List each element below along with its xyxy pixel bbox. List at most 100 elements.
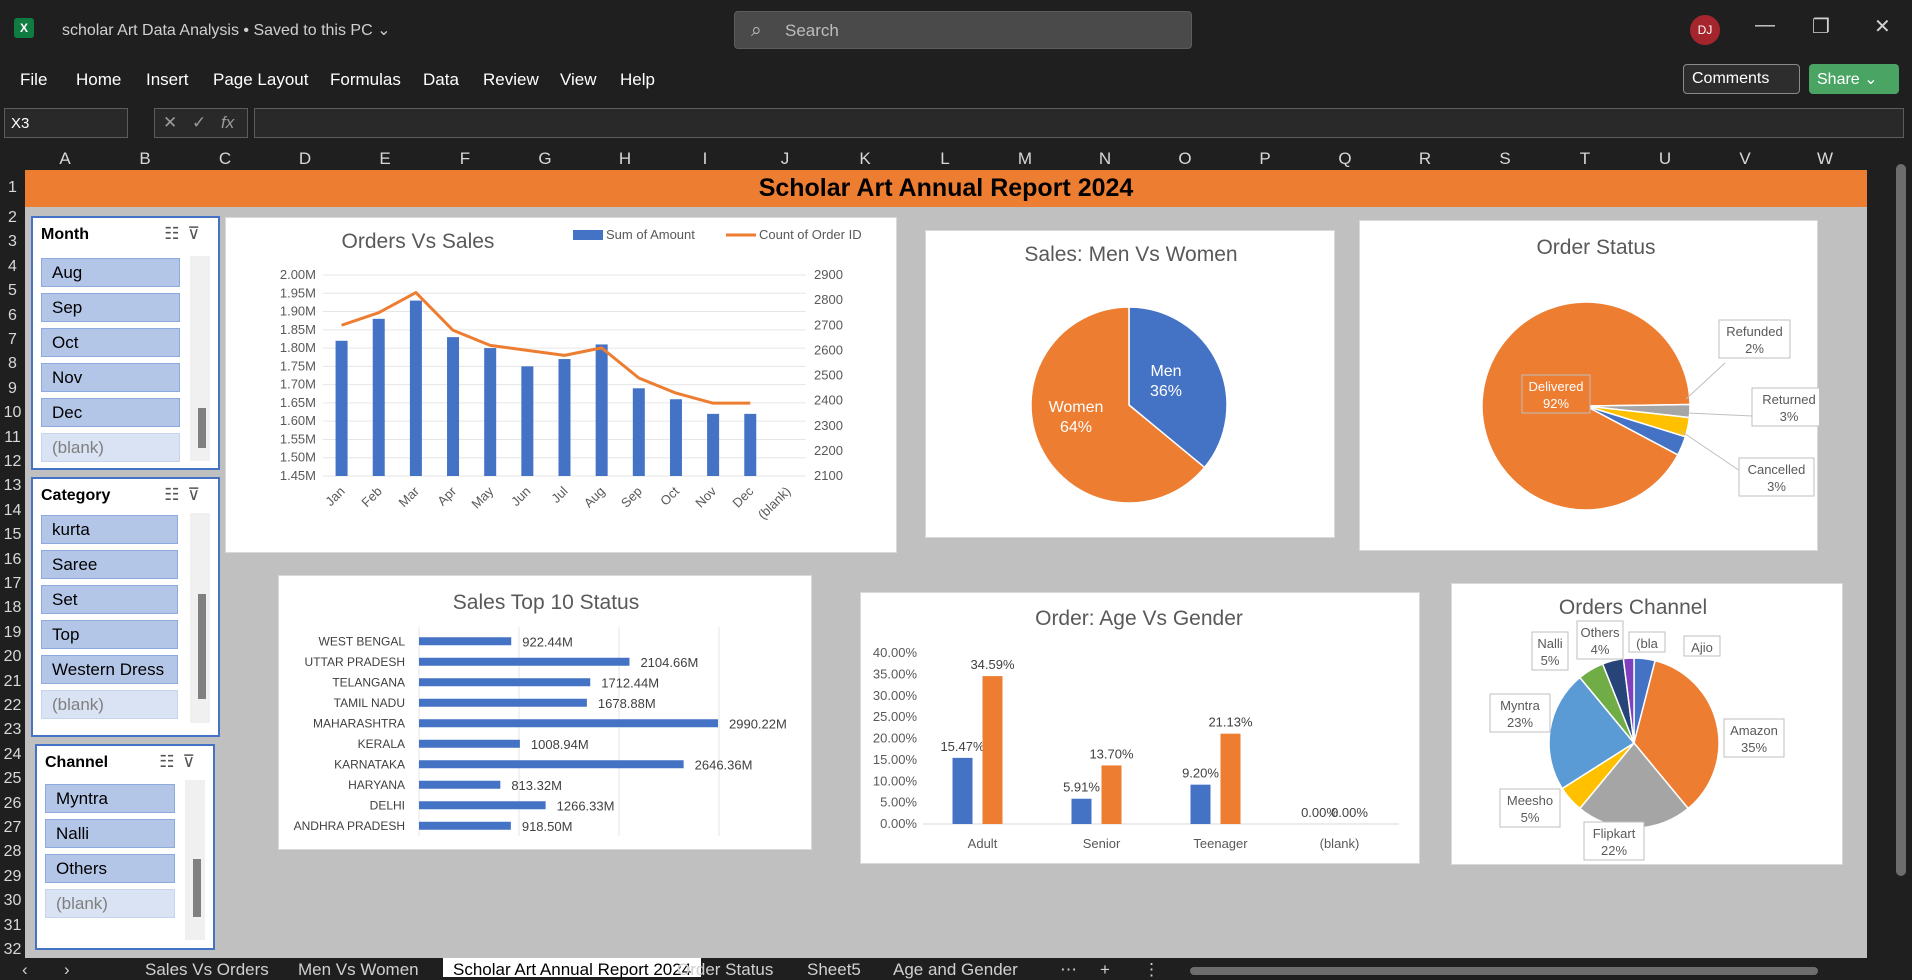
row-header[interactable]: 2 <box>0 209 25 227</box>
add-sheet-icon[interactable]: + <box>1100 960 1110 980</box>
row-header[interactable]: 20 <box>0 648 25 666</box>
tab-insert[interactable]: Insert <box>146 70 189 90</box>
name-box[interactable]: X3 <box>4 108 128 138</box>
column-header[interactable]: G <box>505 149 585 169</box>
column-header[interactable]: C <box>185 149 265 169</box>
tab-data[interactable]: Data <box>423 70 459 90</box>
column-header[interactable]: H <box>585 149 665 169</box>
column-header[interactable]: W <box>1785 149 1865 169</box>
slicer-item[interactable]: Sep <box>41 293 180 322</box>
row-header[interactable]: 32 <box>0 941 25 959</box>
slicer-item[interactable]: Aug <box>41 258 180 287</box>
worksheet-grid[interactable]: Scholar Art Annual Report 2024 Month ☷⊽ … <box>25 170 1867 958</box>
sheet-tab[interactable]: Sheet5 <box>807 960 861 980</box>
slicer-item[interactable]: Western Dress <box>41 655 178 684</box>
row-header[interactable]: 29 <box>0 868 25 886</box>
row-header[interactable]: 30 <box>0 892 25 910</box>
multi-select-icon[interactable]: ☷ <box>164 485 187 504</box>
channel-slicer[interactable]: Channel ☷⊽ Myntra Nalli Others (blank) <box>35 744 215 950</box>
tab-formulas[interactable]: Formulas <box>330 70 401 90</box>
slicer-controls[interactable]: ☷⊽ <box>164 485 208 505</box>
tab-file[interactable]: File <box>20 70 47 90</box>
slicer-item[interactable]: Top <box>41 620 178 649</box>
row-header[interactable]: 22 <box>0 697 25 715</box>
orders-channel-chart[interactable]: Orders Channel Ajio Amazon 35% Flipkart 22% Me… <box>1451 583 1843 865</box>
sheet-tab[interactable]: Age and Gender <box>893 960 1018 980</box>
tab-review[interactable]: Review <box>483 70 539 90</box>
prev-sheet-icon[interactable]: ‹ <box>22 960 28 980</box>
multi-select-icon[interactable]: ☷ <box>164 224 187 243</box>
column-header[interactable]: N <box>1065 149 1145 169</box>
sales-top10-chart[interactable]: Sales Top 10 Status 0M 1000M 2000M 3000M WEST… <box>278 575 812 863</box>
slicer-item[interactable]: Oct <box>41 328 180 357</box>
clear-filter-icon[interactable]: ⊽ <box>188 224 208 243</box>
row-header[interactable]: 27 <box>0 819 25 837</box>
column-header[interactable]: U <box>1625 149 1705 169</box>
age-vs-gender-chart[interactable]: Order: Age Vs Gender 40.00% 35.00% 30.00% 25… <box>860 592 1420 864</box>
slicer-controls[interactable]: ☷⊽ <box>159 752 203 772</box>
row-header[interactable]: 31 <box>0 917 25 935</box>
row-header[interactable]: 24 <box>0 746 25 764</box>
formula-input[interactable] <box>254 108 1904 138</box>
tab-view[interactable]: View <box>560 70 597 90</box>
row-header[interactable]: 3 <box>0 233 25 251</box>
row-header[interactable]: 1 <box>0 179 25 197</box>
slicer-item[interactable]: Saree <box>41 550 178 579</box>
share-button[interactable]: Share ⌄ <box>1809 64 1899 94</box>
row-header[interactable]: 19 <box>0 624 25 642</box>
column-header[interactable]: E <box>345 149 425 169</box>
minimize-icon[interactable]: — <box>1755 14 1775 37</box>
column-header[interactable]: V <box>1705 149 1785 169</box>
column-header[interactable]: O <box>1145 149 1225 169</box>
slicer-item[interactable]: (blank) <box>41 433 180 462</box>
sheet-options-icon[interactable]: ⋮ <box>1143 960 1160 980</box>
sheet-tab-active[interactable]: Scholar Art Annual Report 2024 <box>443 958 702 979</box>
men-vs-women-chart[interactable]: Sales: Men Vs Women Men 36% Women 64% <box>925 230 1335 538</box>
slicer-item[interactable]: Nov <box>41 363 180 392</box>
row-header[interactable]: 28 <box>0 843 25 861</box>
column-header[interactable]: M <box>985 149 1065 169</box>
sheet-tab[interactable]: Men Vs Women <box>298 960 419 980</box>
row-header[interactable]: 10 <box>0 404 25 422</box>
column-header[interactable]: D <box>265 149 345 169</box>
slicer-scroll-thumb[interactable] <box>198 594 206 699</box>
cancel-icon[interactable]: ✕ <box>163 113 177 132</box>
slicer-item[interactable]: Set <box>41 585 178 614</box>
row-header[interactable]: 14 <box>0 502 25 520</box>
row-header[interactable]: 21 <box>0 673 25 691</box>
tab-page-layout[interactable]: Page Layout <box>213 70 308 90</box>
close-icon[interactable]: ✕ <box>1874 14 1891 39</box>
row-header[interactable]: 7 <box>0 331 25 349</box>
row-header[interactable]: 15 <box>0 526 25 544</box>
document-title[interactable]: scholar Art Data Analysis • Saved to thi… <box>62 20 390 40</box>
next-sheet-icon[interactable]: › <box>64 960 70 980</box>
slicer-item[interactable]: Nalli <box>45 819 175 848</box>
column-header[interactable]: T <box>1545 149 1625 169</box>
column-header[interactable]: J <box>745 149 825 169</box>
slicer-item[interactable]: Dec <box>41 398 180 427</box>
row-header[interactable]: 8 <box>0 355 25 373</box>
avatar[interactable]: DJ <box>1690 15 1720 45</box>
row-header[interactable]: 25 <box>0 770 25 788</box>
slicer-controls[interactable]: ☷⊽ <box>164 224 208 244</box>
slicer-item[interactable]: (blank) <box>41 690 178 719</box>
row-header[interactable]: 4 <box>0 258 25 276</box>
slicer-item[interactable]: Myntra <box>45 784 175 813</box>
sheet-tab[interactable]: Sales Vs Orders <box>145 960 269 980</box>
category-slicer[interactable]: Category ☷⊽ kurta Saree Set Top Western … <box>31 477 220 737</box>
month-slicer[interactable]: Month ☷⊽ Aug Sep Oct Nov Dec (blank) <box>31 216 220 470</box>
row-header[interactable]: 16 <box>0 551 25 569</box>
slicer-item[interactable]: (blank) <box>45 889 175 918</box>
vertical-scrollbar[interactable] <box>1893 146 1912 958</box>
column-header[interactable]: Q <box>1305 149 1385 169</box>
slicer-scroll-thumb[interactable] <box>198 408 206 448</box>
scroll-thumb[interactable] <box>1896 164 1906 876</box>
restore-icon[interactable]: ❐ <box>1812 14 1830 39</box>
column-header[interactable]: B <box>105 149 185 169</box>
clear-filter-icon[interactable]: ⊽ <box>183 752 203 771</box>
multi-select-icon[interactable]: ☷ <box>159 752 182 771</box>
column-header[interactable]: I <box>665 149 745 169</box>
row-header[interactable]: 17 <box>0 575 25 593</box>
horizontal-scrollbar[interactable] <box>1190 967 1818 975</box>
column-header[interactable]: L <box>905 149 985 169</box>
